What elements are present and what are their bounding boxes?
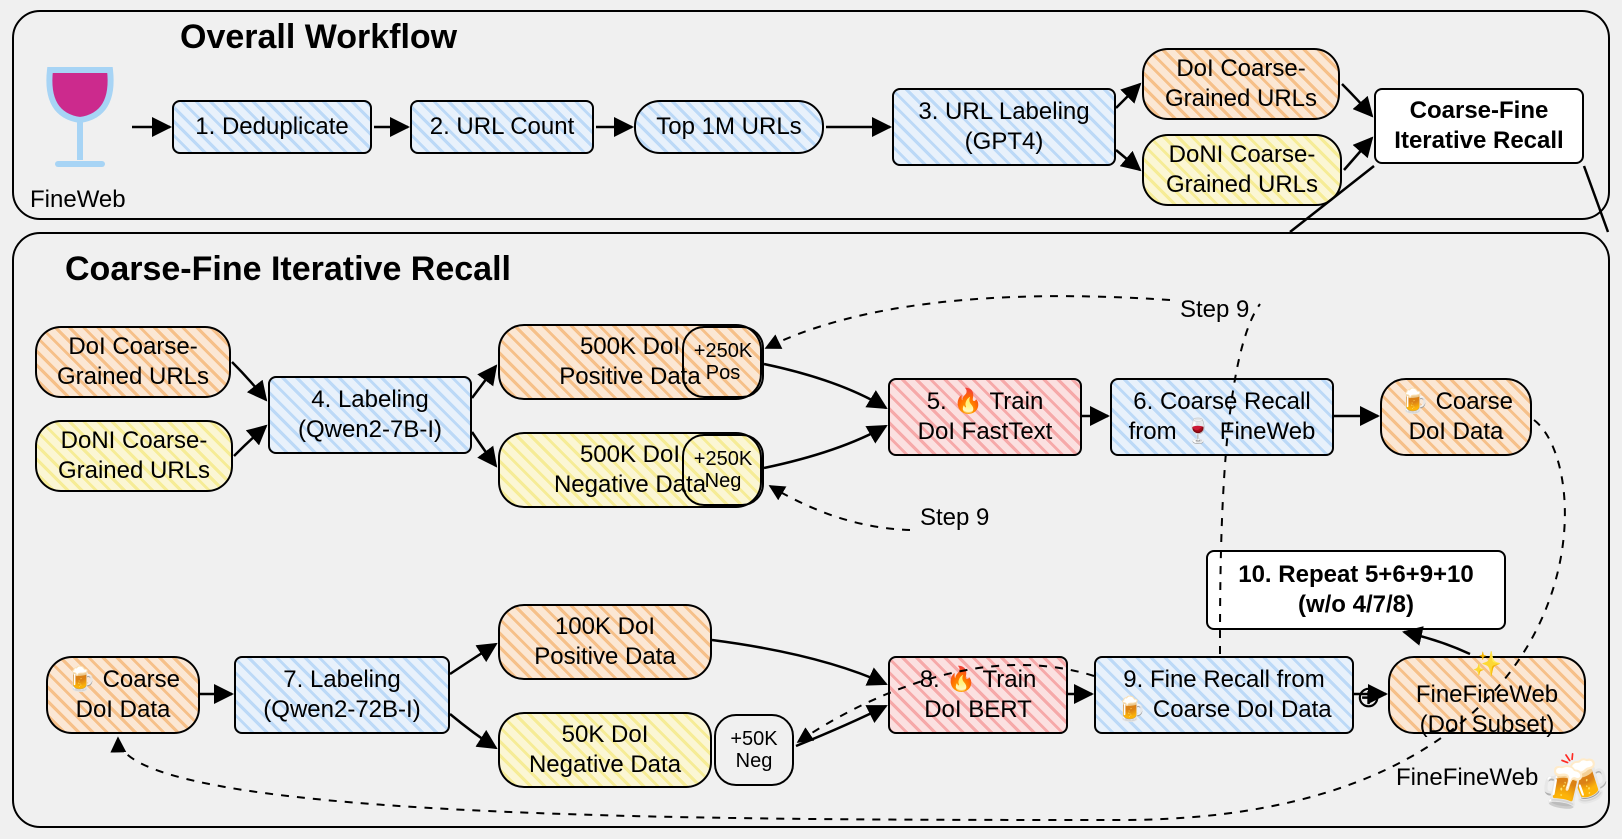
- step-10-repeat: 10. Repeat 5+6+9+10 (w/o 4/7/8): [1206, 550, 1506, 630]
- step-3-url-labeling: 3. URL Labeling (GPT4): [892, 88, 1116, 166]
- title-overall-workflow: Overall Workflow: [180, 18, 457, 57]
- doni-coarse-urls-top: DoNI Coarse- Grained URLs: [1142, 134, 1342, 206]
- pos-500k-addon: +250K Pos: [682, 326, 764, 398]
- neg-500k-addon: +250K Neg: [682, 434, 764, 506]
- doi-coarse-urls-top: DoI Coarse- Grained URLs: [1142, 48, 1340, 120]
- wine-icon: [30, 60, 130, 180]
- neg-50k-addon: +50K Neg: [714, 714, 794, 786]
- beers-icon: 🍻: [1540, 750, 1610, 816]
- step-8-train-bert: 8. 🔥 Train DoI BERT: [888, 656, 1068, 734]
- neg-50k: 50K DoI Negative Data: [498, 712, 712, 788]
- coarse-doi-data: 🍺 Coarse DoI Data: [1380, 378, 1532, 456]
- step-7-labeling: 7. Labeling (Qwen2-72B-I): [234, 656, 450, 734]
- step-2-url-count: 2. URL Count: [410, 100, 594, 154]
- step-5-train-fasttext: 5. 🔥 Train DoI FastText: [888, 378, 1082, 456]
- top-1m-urls: Top 1M URLs: [634, 100, 824, 154]
- finefineweb-label: FineFineWeb: [1396, 764, 1538, 792]
- step9-label-mid: Step 9: [920, 504, 989, 532]
- finefineweb-subset: ✨ FineFineWeb (DoI Subset): [1388, 656, 1586, 734]
- panel-coarse-fine-recall: [12, 232, 1610, 828]
- step-4-labeling: 4. Labeling (Qwen2-7B-I): [268, 376, 472, 454]
- title-coarse-fine: Coarse-Fine Iterative Recall: [65, 250, 511, 289]
- pos-100k: 100K DoI Positive Data: [498, 604, 712, 680]
- doni-coarse-urls: DoNI Coarse- Grained URLs: [35, 420, 233, 492]
- coarse-doi-data-2: 🍺 Coarse DoI Data: [46, 656, 200, 734]
- step-9-fine-recall: 9. Fine Recall from 🍺 Coarse DoI Data: [1094, 656, 1354, 734]
- step9-label-top: Step 9: [1180, 296, 1249, 324]
- oplus-symbol: ⊕: [1356, 680, 1381, 715]
- coarse-fine-iterative-recall-box: Coarse-Fine Iterative Recall: [1374, 88, 1584, 164]
- fineweb-label: FineWeb: [30, 186, 126, 214]
- doi-coarse-urls: DoI Coarse- Grained URLs: [35, 326, 231, 398]
- step-1-deduplicate: 1. Deduplicate: [172, 100, 372, 154]
- step-6-coarse-recall: 6. Coarse Recall from 🍷 FineWeb: [1110, 378, 1334, 456]
